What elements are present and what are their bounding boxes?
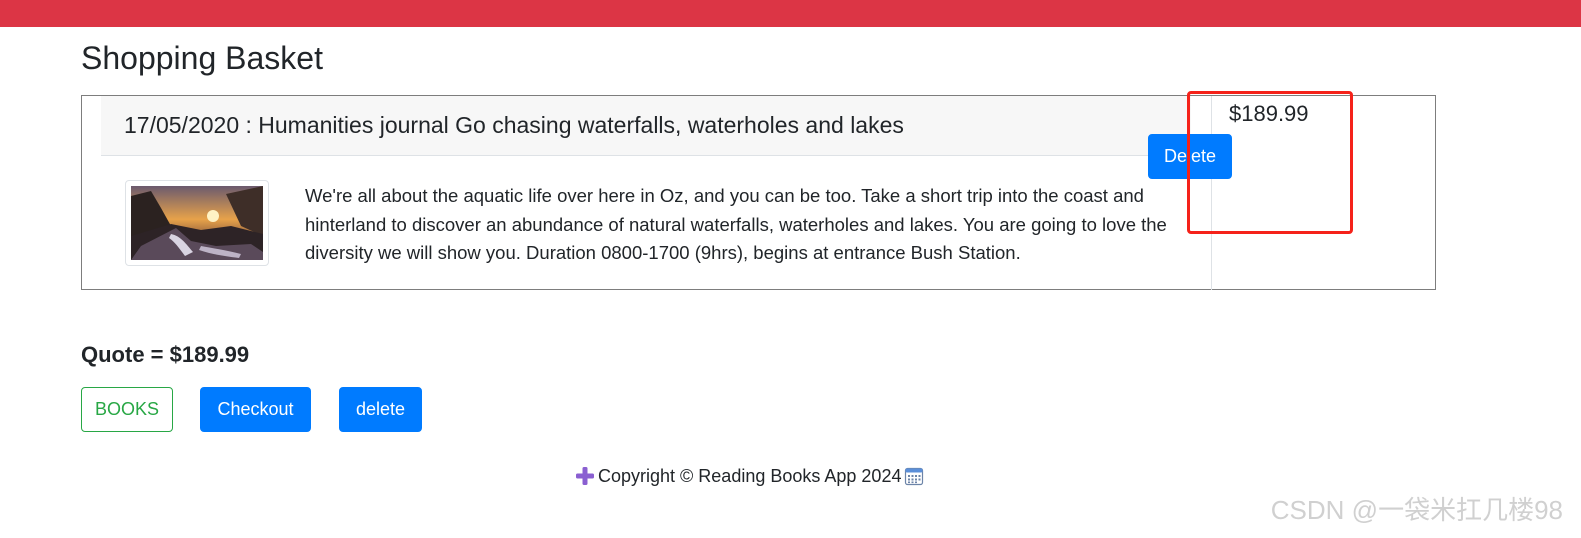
cart-item-title: 17/05/2020 : Humanities journal Go chasi… xyxy=(124,112,904,138)
calendar-icon xyxy=(904,466,924,486)
waterfall-photo-icon xyxy=(131,186,263,260)
checkout-button[interactable]: Checkout xyxy=(200,387,311,432)
delete-all-button[interactable]: delete xyxy=(339,387,422,432)
quote-total: Quote = $189.99 xyxy=(81,342,250,367)
cart-item-description: We're all about the aquatic life over he… xyxy=(305,185,1167,263)
plus-icon xyxy=(575,466,595,486)
cart-item-thumbnail xyxy=(125,180,269,266)
watermark: CSDN @一袋米扛几楼98 xyxy=(1270,495,1563,525)
cart-item-card: 17/05/2020 : Humanities journal Go chasi… xyxy=(101,96,1212,290)
top-navbar xyxy=(0,0,1581,27)
highlight-annotation-box xyxy=(1187,91,1353,234)
books-button[interactable]: BOOKS xyxy=(81,387,173,432)
footer: Copyright © Reading Books App 2024 xyxy=(575,463,924,489)
page-title: Shopping Basket xyxy=(81,40,323,76)
cart-item-header: 17/05/2020 : Humanities journal Go chasi… xyxy=(101,96,1191,156)
footer-copyright: Copyright © Reading Books App 2024 xyxy=(598,466,902,486)
